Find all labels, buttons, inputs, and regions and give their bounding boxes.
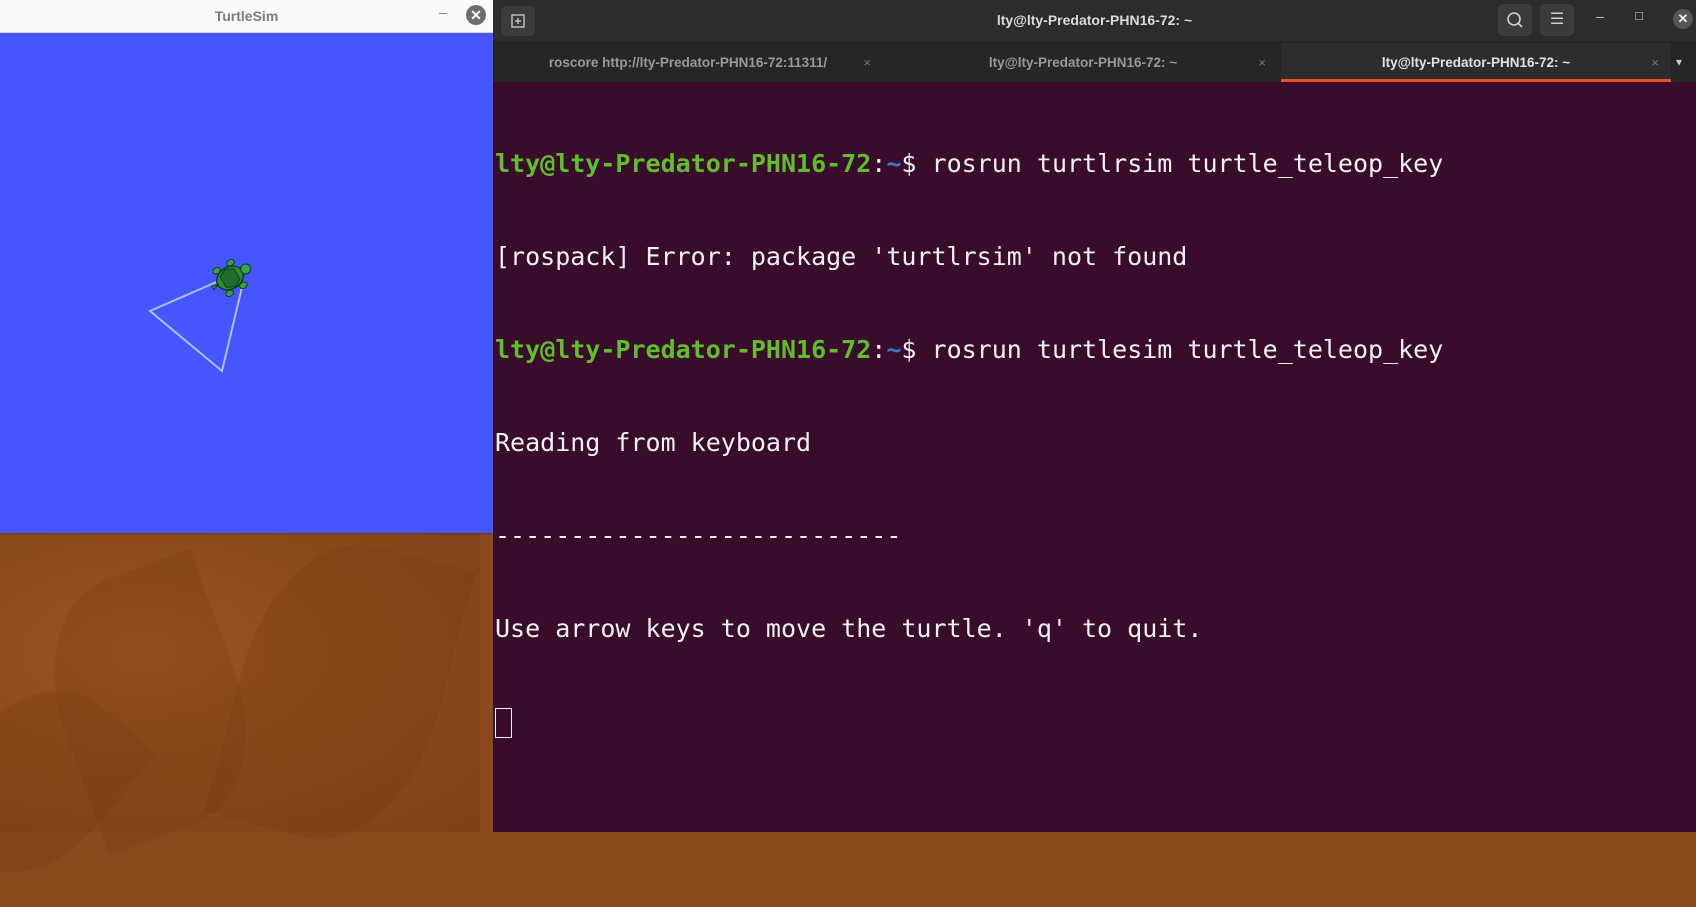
terminal-headerbar[interactable]: lty@lty-Predator-PHN16-72: ~ ☰ – □ ✕: [493, 0, 1696, 43]
prompt-dollar: $: [901, 149, 932, 178]
prompt-separator: :: [871, 149, 887, 178]
tab-close-button[interactable]: ×: [1258, 43, 1266, 82]
prompt-user: lty@lty-Predator-PHN16-72: [495, 335, 872, 364]
terminal-line: Use arrow keys to move the turtle. 'q' t…: [495, 614, 1203, 643]
wallpaper-leaf: [204, 521, 476, 863]
terminal-line: lty@lty-Predator-PHN16-72:~$ rosrun turt…: [495, 148, 1685, 179]
turtlesim-window: TurtleSim – ✕: [0, 0, 493, 533]
tab-label: lty@lty-Predator-PHN16-72: ~: [1381, 55, 1571, 70]
close-button[interactable]: ✕: [1673, 9, 1693, 29]
tab-roscore[interactable]: roscore http://lty-Predator-PHN16-72:113…: [493, 43, 883, 82]
prompt-path: ~: [886, 335, 902, 364]
minimize-button[interactable]: –: [1590, 8, 1610, 32]
terminal-line: ---------------------------: [495, 521, 902, 550]
hamburger-menu-button[interactable]: ☰: [1540, 4, 1574, 36]
terminal-line: lty@lty-Predator-PHN16-72:~$ rosrun turt…: [495, 334, 1685, 365]
tab-close-button[interactable]: ×: [863, 43, 871, 82]
tab-label: roscore http://lty-Predator-PHN16-72:113…: [548, 55, 828, 70]
tab-list-dropdown[interactable]: ▾: [1676, 55, 1682, 69]
search-icon: [1507, 12, 1523, 28]
terminal-output[interactable]: lty@lty-Predator-PHN16-72:~$ rosrun turt…: [495, 86, 1685, 799]
command-text: rosrun turtlesim turtle_teleop_key: [931, 335, 1444, 364]
search-button[interactable]: [1498, 4, 1532, 36]
terminal-line: [rospack] Error: package 'turtlrsim' not…: [495, 242, 1188, 271]
maximize-button[interactable]: □: [1629, 8, 1649, 32]
turtle-drawing: [148, 258, 252, 373]
text-cursor: [495, 708, 512, 738]
tab-bar: roscore http://lty-Predator-PHN16-72:113…: [493, 43, 1696, 82]
terminal-line: [495, 706, 1685, 738]
prompt-dollar: $: [901, 335, 932, 364]
terminal-line: Reading from keyboard: [495, 428, 812, 457]
tab-terminal-2[interactable]: lty@lty-Predator-PHN16-72: ~ ×: [888, 43, 1278, 82]
turtle-icon: [210, 258, 252, 298]
prompt-path: ~: [886, 149, 902, 178]
tab-label: lty@lty-Predator-PHN16-72: ~: [988, 55, 1178, 70]
terminal-window: lty@lty-Predator-PHN16-72: ~ ☰ – □ ✕ ros…: [493, 0, 1696, 832]
tab-terminal-3[interactable]: lty@lty-Predator-PHN16-72: ~ ×: [1281, 43, 1671, 82]
minimize-button[interactable]: –: [435, 4, 451, 24]
close-button[interactable]: ✕: [466, 5, 486, 25]
turtlesim-titlebar[interactable]: TurtleSim – ✕: [0, 0, 493, 33]
window-title: TurtleSim: [214, 8, 279, 24]
desktop-wallpaper: [0, 521, 480, 907]
prompt-separator: :: [871, 335, 887, 364]
tab-close-button[interactable]: ×: [1651, 43, 1659, 82]
command-text: rosrun turtlrsim turtle_teleop_key: [931, 149, 1444, 178]
prompt-user: lty@lty-Predator-PHN16-72: [495, 149, 872, 178]
turtlesim-canvas: [0, 33, 493, 533]
